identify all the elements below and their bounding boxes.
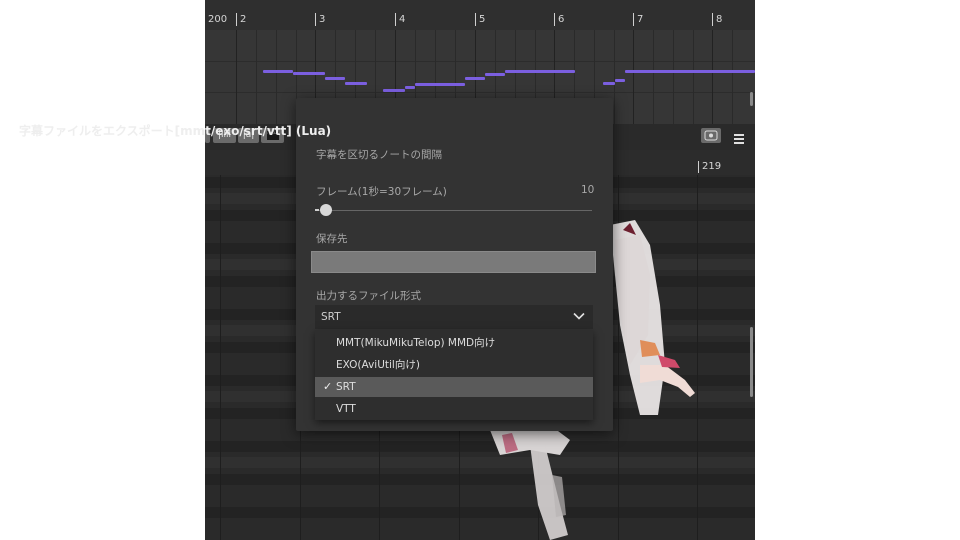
- format-option-mmt[interactable]: MMT(MikuMikuTelop) MMD向け: [315, 333, 593, 353]
- pitch-curve-segment[interactable]: [615, 79, 625, 82]
- hamburger-icon: [734, 134, 744, 144]
- pitch-curve-segment[interactable]: [603, 82, 615, 85]
- grid-line: [220, 175, 221, 540]
- dialog-title: 字幕ファイルをエクスポート[mmt/exo/srt/vtt] (Lua): [19, 124, 332, 138]
- ruler-tick: [475, 13, 476, 26]
- frame-label: フレーム(1秒=30フレーム): [316, 186, 447, 198]
- pitch-curve-segment[interactable]: [465, 77, 485, 80]
- format-option-exo[interactable]: EXO(AviUtil向け): [315, 355, 593, 375]
- save-location-input[interactable]: [311, 251, 596, 273]
- pitch-curve-segment[interactable]: [405, 86, 415, 89]
- pitch-curve-segment[interactable]: [293, 72, 325, 75]
- grid-line: [614, 30, 615, 124]
- ruler-label: 6: [558, 14, 565, 25]
- record-button[interactable]: [701, 128, 721, 143]
- ruler-tick: [698, 161, 699, 173]
- ruler-label: 2: [240, 14, 247, 25]
- pitch-curve-segment[interactable]: [415, 83, 465, 86]
- ruler-tick: [236, 13, 237, 26]
- ruler-label: 7: [637, 14, 644, 25]
- grid-line: [673, 30, 674, 124]
- grid-line: [633, 30, 634, 124]
- ruler-label: 5: [479, 14, 486, 25]
- pitch-curve-segment[interactable]: [325, 77, 345, 80]
- format-dropdown-menu: MMT(MikuMikuTelop) MMD向け EXO(AviUtil向け) …: [315, 330, 593, 420]
- option-label: SRT: [336, 381, 356, 393]
- ruler-tick: [554, 13, 555, 26]
- ruler-tick: [395, 13, 396, 26]
- checkmark-icon: ✓: [323, 380, 333, 393]
- menu-button[interactable]: [733, 130, 745, 144]
- dialog-subtitle: 字幕を区切るノートの間隔: [316, 149, 442, 161]
- grid-line: [276, 30, 277, 124]
- timeline-ruler[interactable]: 200 2 3 4 5 6 7 8: [205, 0, 755, 30]
- option-label: EXO(AviUtil向け): [336, 359, 420, 371]
- record-icon: [704, 130, 718, 141]
- pitch-curve-segment[interactable]: [625, 70, 755, 73]
- grid-line: [693, 30, 694, 124]
- grid-line: [256, 30, 257, 124]
- roll-scrollbar-thumb[interactable]: [750, 327, 753, 397]
- pitch-curve-segment[interactable]: [383, 89, 405, 92]
- frame-value: 10: [581, 184, 595, 196]
- ruler-tick: [712, 13, 713, 26]
- ruler-label: 219: [702, 161, 722, 172]
- pitch-curve-segment[interactable]: [485, 73, 505, 76]
- format-label: 出力するファイル形式: [316, 290, 421, 302]
- pitch-curve-segment[interactable]: [505, 70, 575, 73]
- grid-line: [236, 30, 237, 124]
- format-option-vtt[interactable]: VTT: [315, 399, 593, 419]
- option-label: VTT: [336, 403, 356, 415]
- format-option-srt[interactable]: ✓ SRT: [315, 377, 593, 397]
- ruler-label: 3: [319, 14, 326, 25]
- ruler-label: 4: [399, 14, 406, 25]
- format-select-value: SRT: [321, 311, 341, 323]
- frame-slider-start-tick: [315, 209, 319, 211]
- ruler-tick: [633, 13, 634, 26]
- save-location-label: 保存先: [316, 233, 348, 245]
- ruler-label: 8: [716, 14, 723, 25]
- grid-line: [712, 30, 713, 124]
- frame-slider-track[interactable]: [316, 210, 592, 211]
- pitch-scrollbar-thumb[interactable]: [750, 92, 753, 106]
- grid-line: [732, 30, 733, 124]
- option-label: MMT(MikuMikuTelop) MMD向け: [336, 337, 496, 349]
- ruler-label: 200: [208, 14, 228, 25]
- chevron-down-icon: [573, 312, 585, 320]
- frame-slider-thumb[interactable]: [320, 204, 332, 216]
- format-select[interactable]: SRT: [315, 305, 593, 329]
- pitch-curve-segment[interactable]: [345, 82, 367, 85]
- pitch-curve-segment[interactable]: [263, 70, 293, 73]
- ruler-tick: [315, 13, 316, 26]
- grid-line: [653, 30, 654, 124]
